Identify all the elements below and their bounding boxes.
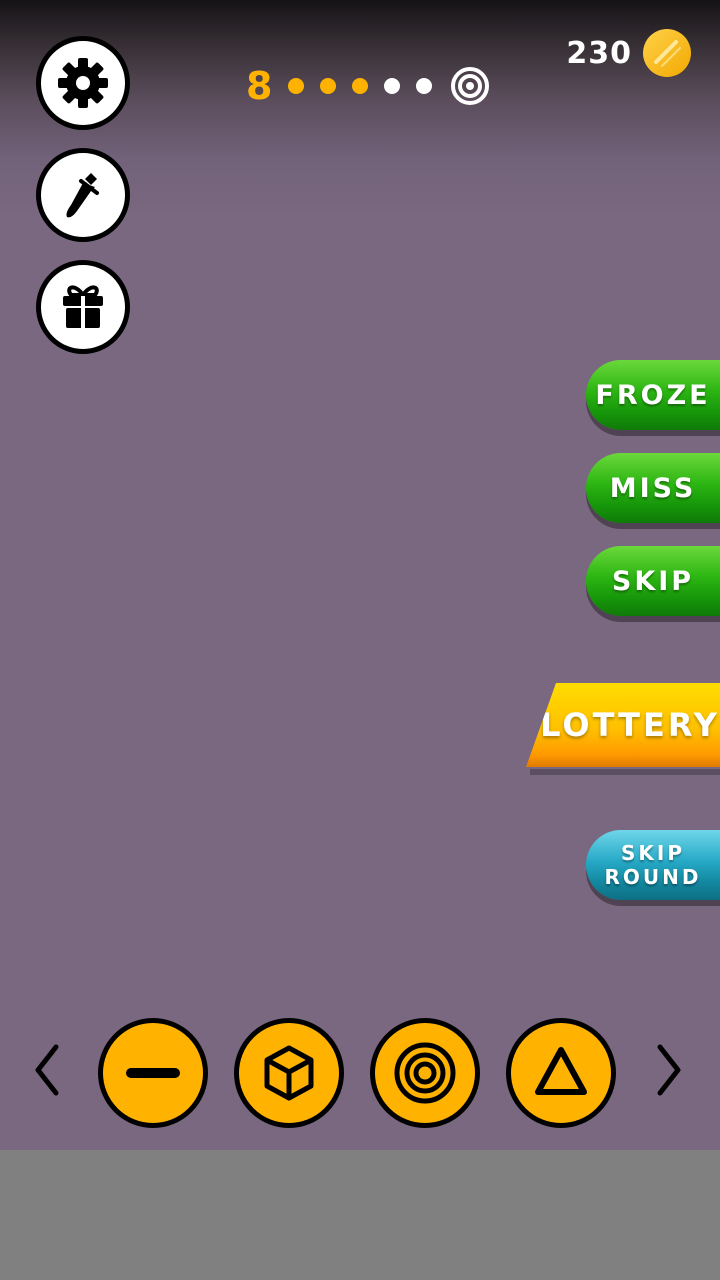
shape-cube-button[interactable] (234, 1018, 344, 1128)
triangle-icon (535, 1047, 587, 1095)
miss-button[interactable]: MISS (586, 453, 720, 523)
progress-dot-1 (288, 78, 305, 94)
gift-icon (63, 285, 103, 328)
cube-icon (264, 1045, 314, 1101)
gift-button[interactable] (36, 260, 130, 354)
coin-counter: 230 (566, 28, 692, 78)
level-progress: 8 (246, 64, 490, 108)
shape-target-button[interactable] (370, 1018, 480, 1128)
lottery-shadow (530, 769, 720, 775)
level-number: 8 (246, 64, 273, 108)
skip-label: SKIP (611, 565, 695, 597)
chevron-right-icon (657, 1044, 681, 1096)
line-icon (126, 1068, 180, 1078)
skip-button[interactable]: SKIP (586, 546, 720, 616)
skip-round-button[interactable]: SKIP ROUND (586, 830, 720, 900)
chevron-left-icon (35, 1044, 59, 1096)
settings-button[interactable] (36, 36, 130, 130)
froze-button[interactable]: FROZE (586, 360, 720, 430)
coin-count: 230 (566, 35, 632, 71)
shape-triangle-button[interactable] (506, 1018, 616, 1128)
shape-line-button[interactable] (98, 1018, 208, 1128)
bottom-bar (0, 1150, 720, 1280)
next-shape-arrow[interactable] (648, 1040, 688, 1100)
progress-dot-4 (384, 78, 401, 94)
gear-icon (58, 58, 108, 108)
skip-round-label-line2: ROUND (604, 865, 702, 889)
progress-dot-5 (416, 78, 433, 94)
lottery-label: LOTTERY (540, 706, 720, 744)
lottery-button[interactable]: LOTTERY (526, 683, 720, 767)
target-rings-icon (394, 1042, 456, 1104)
skip-round-label-line1: SKIP (620, 841, 685, 865)
boss-target-icon (451, 67, 490, 105)
progress-dot-2 (320, 78, 337, 94)
miss-label: MISS (609, 472, 697, 504)
froze-label: FROZE (595, 379, 711, 411)
progress-dot-3 (352, 78, 369, 94)
previous-shape-arrow[interactable] (28, 1040, 68, 1100)
coin-icon (643, 29, 691, 77)
knife-icon (66, 173, 99, 218)
knife-shop-button[interactable] (36, 148, 130, 242)
